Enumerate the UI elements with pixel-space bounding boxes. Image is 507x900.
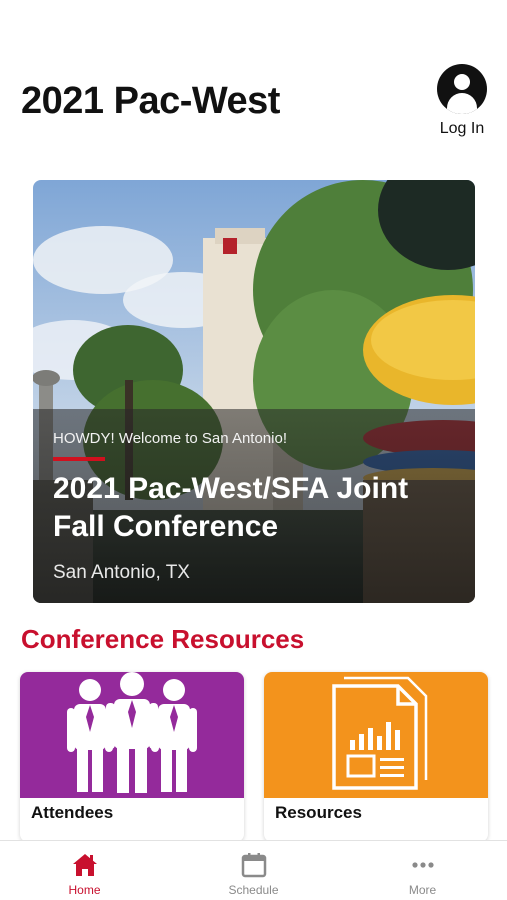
people-icon: [67, 672, 197, 793]
resources-tile-art: [264, 672, 488, 798]
tab-more[interactable]: More: [338, 841, 507, 900]
conference-hero-card[interactable]: HOWDY! Welcome to San Antonio! 2021 Pac-…: [33, 180, 475, 603]
hero-accent-bar: [53, 457, 105, 461]
home-icon: [0, 851, 169, 879]
tab-more-label: More: [408, 883, 437, 897]
more-dots-icon: [338, 851, 507, 879]
app-header: 2021 Pac-West Log In: [0, 0, 507, 170]
conference-title: 2021 Pac-West/SFA Joint Fall Conference: [53, 472, 409, 543]
calendar-icon: [169, 851, 338, 879]
tab-home[interactable]: Home: [0, 841, 169, 900]
login-label: Log In: [439, 120, 485, 137]
tab-schedule-label: Schedule: [228, 883, 279, 897]
attendees-tile[interactable]: Attendees: [20, 672, 244, 842]
tab-home-label: Home: [68, 883, 101, 897]
app-title: 2021 Pac-West: [21, 80, 280, 122]
tab-schedule[interactable]: Schedule: [169, 841, 338, 900]
resources-label: Resources: [275, 803, 362, 822]
resources-tile[interactable]: Resources: [264, 672, 488, 842]
conference-location: San Antonio, TX: [53, 562, 190, 583]
document-chart-icon: [332, 676, 428, 790]
attendees-label: Attendees: [31, 803, 114, 822]
bottom-tab-bar: Home Schedule More: [0, 840, 507, 900]
attendees-tile-art: [20, 672, 244, 798]
hero-tagline: HOWDY! Welcome to San Antonio!: [53, 430, 287, 447]
account-icon: [437, 64, 487, 114]
login-button[interactable]: Log In: [437, 64, 487, 138]
section-title-conference-resources: Conference Resources: [21, 624, 305, 654]
